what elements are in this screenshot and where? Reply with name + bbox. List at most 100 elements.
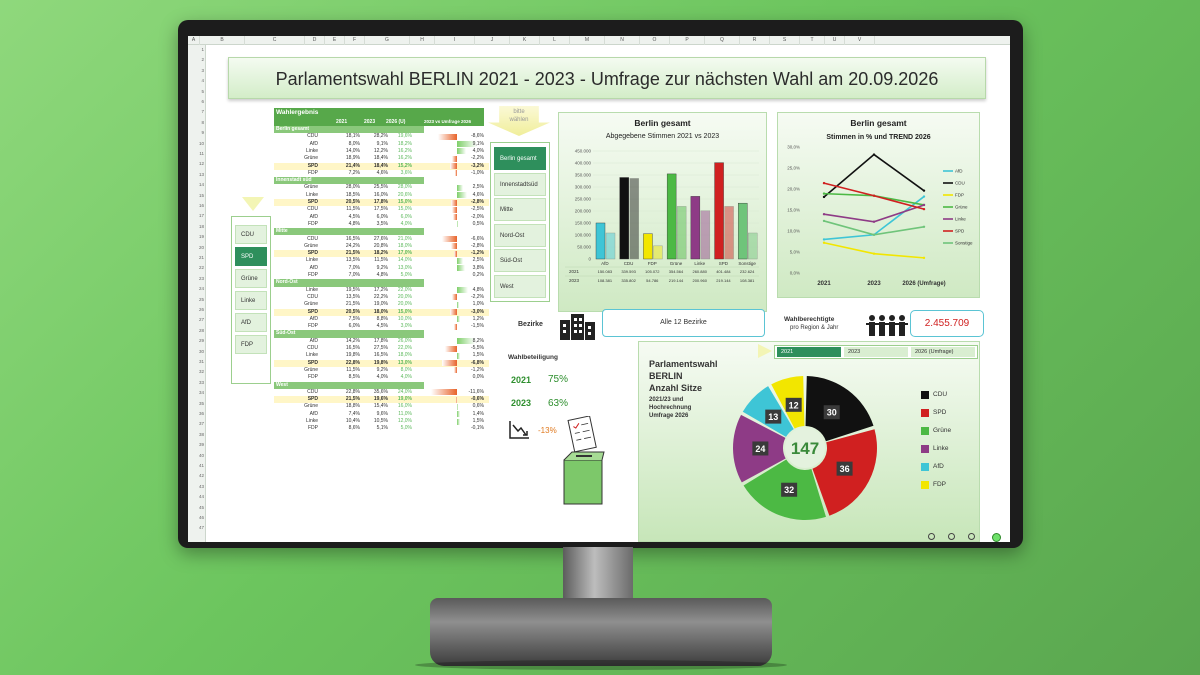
diff-value: -2,2% — [470, 155, 484, 162]
row-header: 9 — [201, 130, 204, 136]
results-table: Wahlergebnis 2021 2023 2026 (U) 2023 vs … — [274, 108, 489, 542]
party-filter-grüne[interactable]: Grüne — [235, 269, 267, 288]
diff-value: -1,2% — [470, 250, 484, 257]
region-filter[interactable]: Süd-Ost — [494, 249, 546, 272]
monitor-button[interactable] — [928, 533, 935, 540]
diff-value: -3,0% — [470, 308, 484, 315]
table-header: Wahlergebnis — [274, 108, 484, 118]
bar-panel-title: Berlin gesamt — [634, 118, 691, 128]
diff-value: -0,6% — [470, 396, 484, 403]
row-header: 4 — [201, 78, 204, 84]
value-2021: 11,5% — [346, 206, 360, 213]
region-filter[interactable]: West — [494, 274, 546, 298]
table-row: SPD 21,4% 18,4% 15,2% -3,2% — [274, 162, 489, 170]
party-filter-afd[interactable]: AfD — [235, 313, 267, 332]
point-CDU — [822, 195, 826, 199]
region-filter[interactable]: Nord-Ost — [494, 223, 546, 247]
year-tab[interactable]: 2023 — [844, 347, 908, 357]
monitor-base-shadow — [415, 660, 787, 670]
value-2026: 11,0% — [398, 410, 412, 417]
row-header: 44 — [198, 494, 204, 500]
column-header: P — [670, 36, 705, 45]
value-2021: 28,0% — [345, 184, 360, 191]
point-FDP — [822, 241, 826, 244]
diff-value: 0,2% — [472, 272, 484, 278]
monitor-button[interactable] — [948, 533, 955, 540]
table-row: FDP 4,8% 3,5% 4,0% 0,5% — [274, 221, 489, 228]
row-header: 35 — [198, 400, 204, 406]
bezirke-value-box[interactable]: Alle 12 Bezirke — [602, 309, 765, 337]
table-row: AfD 14,2% 17,8% 26,0% 8,2% — [274, 338, 489, 345]
legend-item: Linke — [921, 444, 949, 454]
column-headers: ABCDEFGHIJKLMNOPQRSTUV — [188, 36, 1010, 45]
party-cell: FDP — [308, 169, 318, 176]
value-2026: 21,0% — [397, 235, 412, 242]
party-filter-linke[interactable]: Linke — [235, 291, 267, 310]
diff-value: 4,8% — [472, 286, 484, 293]
table-row: CDU 16,5% 27,6% 21,0% -6,6% — [274, 236, 489, 243]
party-filter-spd[interactable]: SPD — [235, 247, 267, 266]
legend-label: AfD — [933, 463, 944, 470]
legend-label: CDU — [955, 181, 965, 186]
legend-label: Linke — [933, 445, 949, 452]
party-filter-cdu[interactable]: CDU — [235, 225, 267, 244]
table-cell: 219.144 — [669, 278, 684, 283]
power-led[interactable] — [992, 533, 1001, 542]
legend-swatch — [921, 391, 929, 399]
table-section-header: Innenstadt süd — [274, 177, 424, 185]
table-row: FDP 7,2% 4,6% 3,6% -1,0% — [274, 170, 489, 177]
table-row: SPD 20,5% 17,8% 15,0% -2,8% — [274, 199, 489, 207]
value-2021: 24,2% — [345, 242, 360, 249]
party-cell: AfD — [309, 264, 318, 271]
value-2026: 12,0% — [397, 418, 412, 424]
line-CDU — [823, 153, 925, 198]
trend-down-icon — [509, 421, 529, 439]
table-cell: 150.083 — [598, 269, 613, 274]
table-row: Linke 13,5% 11,5% 14,0% 2,5% — [274, 257, 489, 264]
value-2021: 18,1% — [345, 133, 360, 140]
table-cell: 339.593 — [621, 269, 636, 274]
diff-value: -2,5% — [470, 206, 484, 213]
value-2021: 4,8% — [348, 220, 360, 227]
region-filter[interactable]: Berlin gesamt — [494, 147, 546, 170]
diff-value: -0,1% — [470, 425, 484, 432]
value-2021: 7,0% — [348, 264, 360, 271]
diff-value: -2,8% — [470, 199, 484, 205]
value-2023: 17,8% — [373, 337, 388, 344]
y-tick-label: 30,0% — [787, 145, 800, 150]
row-header: 26 — [198, 307, 204, 312]
table-section-header: Berlin gesamt — [274, 126, 424, 134]
diff-value: 1,4% — [472, 410, 484, 417]
diff-value: 2,5% — [472, 257, 484, 264]
monitor: ABCDEFGHIJKLMNOPQRSTUV 1 2 3 4 5 6 7 8 9 10 11 12 13… — [178, 20, 1023, 548]
slice-label: 24 — [755, 444, 765, 454]
row-header: 45 — [198, 504, 204, 510]
table-section-header: Nord-Ost — [274, 279, 424, 287]
table-cell: 335.802 — [621, 278, 636, 283]
table-row: Grüne 21,5% 19,0% 20,0% 1,0% — [274, 301, 489, 308]
row-header: 18 — [198, 223, 204, 229]
value-2021: 19,8% — [345, 352, 360, 359]
value-2021: 8,6% — [348, 425, 360, 432]
monitor-button[interactable] — [968, 533, 975, 540]
y-tick-label: 25,0% — [787, 166, 800, 171]
value-2021: 6,0% — [348, 323, 360, 330]
region-filter[interactable]: Mitte — [494, 198, 546, 221]
year-tab[interactable]: 2026 (Umfrage) — [911, 347, 975, 357]
table-row: Grüne 18,8% 15,4% 16,0% 0,6% — [274, 403, 489, 410]
row-header: 37 — [198, 421, 204, 427]
row-header: 25 — [198, 296, 204, 302]
column-header: B — [200, 36, 245, 45]
region-filter[interactable]: Innenstadtsüd — [494, 172, 546, 196]
party-filter-fdp[interactable]: FDP — [235, 335, 267, 354]
bar-Linke-2023 — [700, 210, 711, 260]
dashboard-title: Parlamentswahl BERLIN 2021 - 2023 - Umfr… — [275, 69, 939, 89]
value-2026: 20,6% — [397, 191, 412, 198]
value-2021: 16,5% — [345, 235, 360, 242]
year-tab[interactable]: 2021 — [777, 347, 841, 357]
slice-label: 13 — [768, 412, 778, 422]
diff-value: 1,0% — [472, 301, 484, 308]
row-header: 40 — [198, 452, 204, 458]
slice-label: 30 — [827, 408, 837, 418]
row-header: 22 — [198, 265, 204, 271]
